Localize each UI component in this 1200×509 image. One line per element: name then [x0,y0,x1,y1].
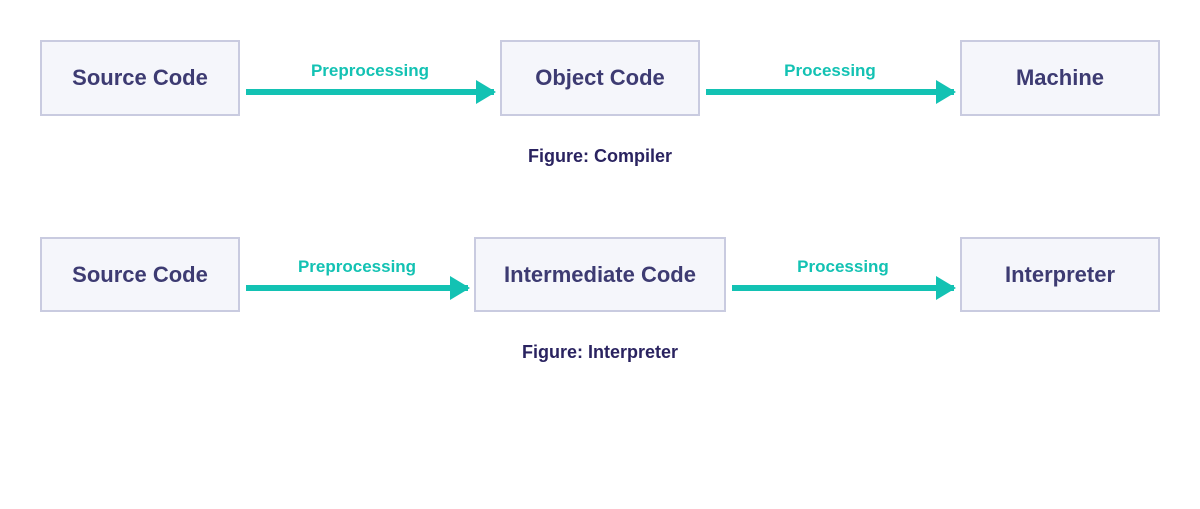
interpreter-diagram: Source Code Preprocessing Intermediate C… [40,237,1160,313]
caption-interpreter: Figure: Interpreter [40,342,1160,363]
arrow-preprocessing: Preprocessing [240,257,474,291]
arrow-icon [706,89,954,95]
node-object-code: Object Code [500,40,700,116]
node-source-code: Source Code [40,237,240,313]
node-interpreter: Interpreter [960,237,1160,313]
arrow-icon [732,285,954,291]
arrow-processing: Processing [700,61,960,95]
arrow-icon [246,89,494,95]
compiler-diagram: Source Code Preprocessing Object Code Pr… [40,40,1160,116]
node-machine: Machine [960,40,1160,116]
node-source-code: Source Code [40,40,240,116]
arrow-label: Processing [732,257,954,277]
arrow-label: Preprocessing [246,257,468,277]
arrow-processing: Processing [726,257,960,291]
node-intermediate-code: Intermediate Code [474,237,726,313]
caption-compiler: Figure: Compiler [40,146,1160,167]
arrow-icon [246,285,468,291]
arrow-label: Processing [706,61,954,81]
arrow-label: Preprocessing [246,61,494,81]
arrow-preprocessing: Preprocessing [240,61,500,95]
